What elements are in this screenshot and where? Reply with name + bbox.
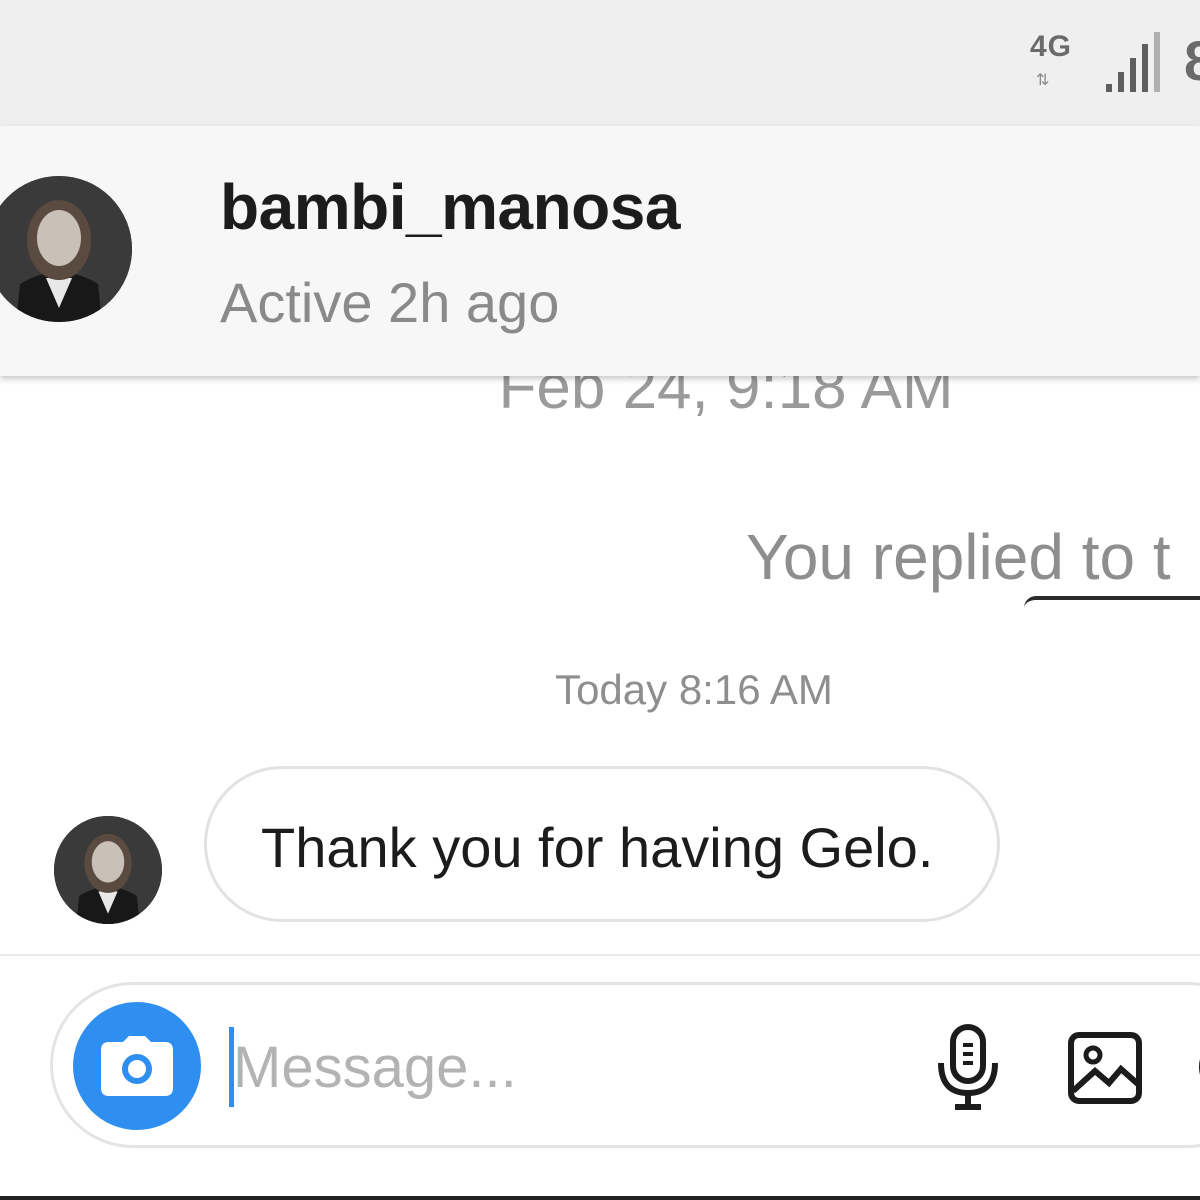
microphone-icon[interactable] — [935, 1023, 1001, 1111]
dm-chat-screen: 4G ⇅ 8 bambi_manosa Active 2h ago Feb 24… — [0, 0, 1200, 1200]
data-activity-icon: ⇅ — [1036, 72, 1052, 89]
message-input[interactable] — [233, 1025, 893, 1109]
camera-icon — [101, 1036, 173, 1096]
message-text: Thank you for having Gelo. — [261, 816, 934, 879]
signal-icon — [1106, 32, 1160, 92]
contact-avatar[interactable] — [0, 176, 132, 322]
avatar-portrait-icon — [0, 176, 132, 322]
network-type-label: 4G — [1030, 30, 1073, 63]
reply-connector-line — [1024, 596, 1200, 608]
message-bubble[interactable]: Thank you for having Gelo. — [204, 766, 1000, 922]
reply-note: You replied to t — [746, 521, 1171, 593]
message-composer[interactable] — [50, 982, 1200, 1148]
timestamp-divider-today: Today 8:16 AM — [555, 666, 833, 713]
camera-button[interactable] — [73, 1002, 201, 1130]
composer-divider — [0, 954, 1200, 956]
status-bar: 4G ⇅ 8 — [0, 0, 1200, 126]
avatar-portrait-icon — [54, 816, 162, 924]
contact-username[interactable]: bambi_manosa — [220, 170, 680, 244]
chat-header[interactable]: bambi_manosa Active 2h ago — [0, 126, 1200, 376]
battery-level-partial: 8 — [1184, 29, 1200, 92]
active-status: Active 2h ago — [220, 271, 560, 334]
bottom-edge — [0, 1196, 1200, 1200]
image-gallery-icon[interactable] — [1067, 1031, 1143, 1105]
sender-avatar[interactable] — [54, 816, 162, 924]
